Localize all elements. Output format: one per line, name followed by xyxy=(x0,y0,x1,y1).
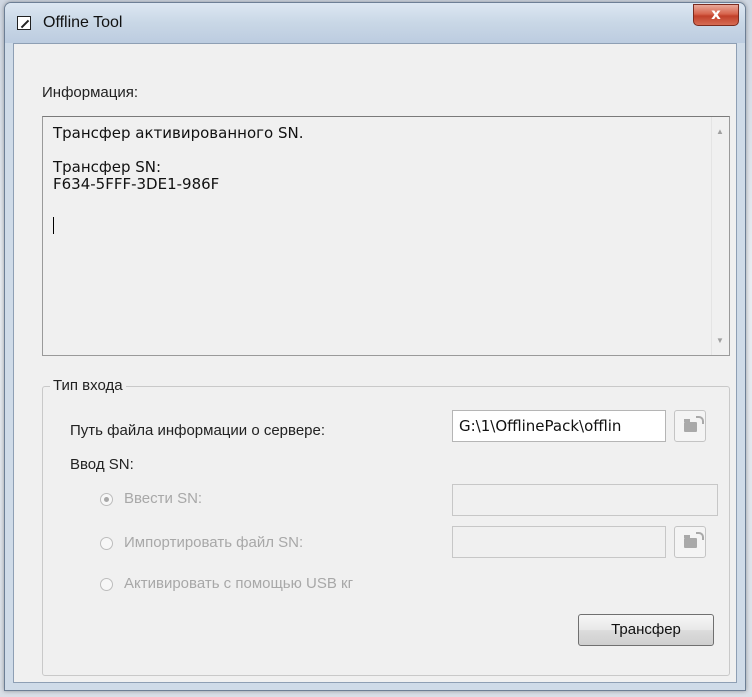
info-scrollbar[interactable]: ▲ ▼ xyxy=(711,117,729,355)
folder-open-icon xyxy=(684,416,704,432)
server-path-browse-button[interactable] xyxy=(674,410,706,442)
info-text: Трансфер активированного SN. Трансфер SN… xyxy=(53,124,304,193)
radio-enter-sn[interactable] xyxy=(100,493,113,506)
transfer-button[interactable]: Трансфер xyxy=(578,614,714,646)
radio-enter-sn-label: Ввести SN: xyxy=(124,490,203,507)
server-path-label: Путь файла информации о сервере: xyxy=(70,422,326,439)
scroll-down-icon[interactable]: ▼ xyxy=(716,336,724,345)
scroll-up-icon[interactable]: ▲ xyxy=(716,127,724,136)
import-sn-field[interactable] xyxy=(452,526,666,558)
import-sn-browse-button[interactable] xyxy=(674,526,706,558)
login-type-group-title: Тип входа xyxy=(50,377,126,394)
text-caret xyxy=(53,217,54,234)
radio-usb-key[interactable] xyxy=(100,578,113,591)
sn-input-label: Ввод SN: xyxy=(70,456,134,473)
server-path-field[interactable]: G:\1\OfflinePack\offlin xyxy=(452,410,666,442)
window-title: Offline Tool xyxy=(43,14,123,31)
app-icon xyxy=(17,16,31,30)
radio-usb-key-label: Активировать с помощью USB кг xyxy=(124,575,354,592)
radio-import-sn-label: Импортировать файл SN: xyxy=(124,534,304,551)
folder-open-icon xyxy=(684,532,704,548)
offline-tool-window: Offline Tool x Информация: Трансфер акти… xyxy=(4,2,746,691)
title-bar[interactable]: Offline Tool x xyxy=(5,3,745,43)
info-label: Информация: xyxy=(42,84,139,101)
close-icon: x xyxy=(711,5,721,23)
enter-sn-field[interactable] xyxy=(452,484,718,516)
dialog-client-area: Информация: Трансфер активированного SN.… xyxy=(13,43,737,683)
info-textarea[interactable]: Трансфер активированного SN. Трансфер SN… xyxy=(42,116,730,356)
radio-import-sn[interactable] xyxy=(100,537,113,550)
close-button[interactable]: x xyxy=(693,4,739,26)
